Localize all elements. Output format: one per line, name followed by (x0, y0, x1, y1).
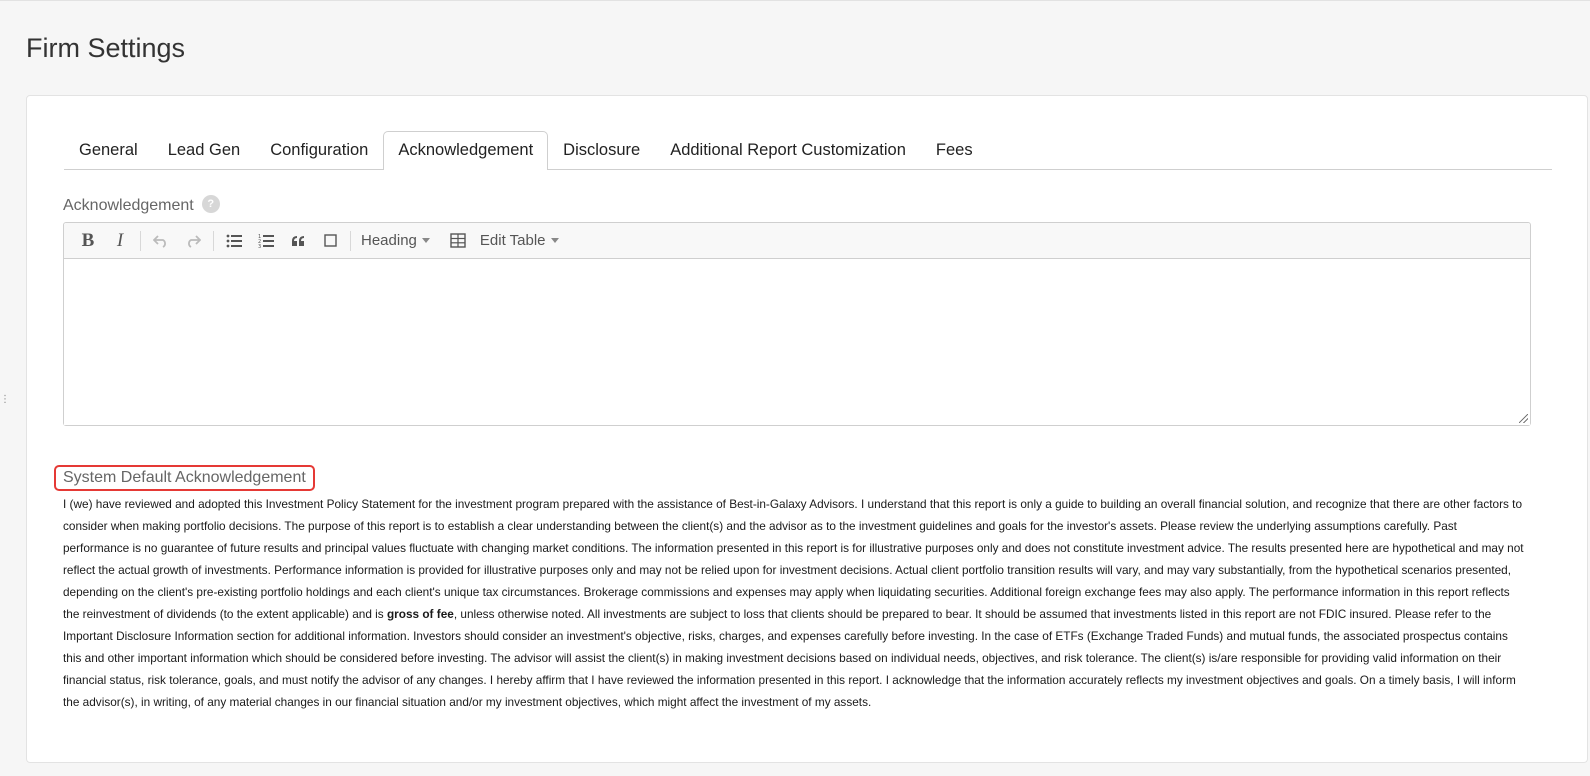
sidebar-collapse-handle[interactable]: ⋮ (0, 392, 10, 408)
acknowledgement-text-part-2: , unless otherwise noted. All investment… (63, 607, 1516, 709)
settings-card: General Lead Gen Configuration Acknowled… (26, 95, 1588, 763)
toolbar-separator (140, 230, 141, 251)
undo-button[interactable] (145, 226, 177, 256)
square-icon (323, 234, 337, 247)
editor-toolbar: B I 1 2 3 Heading Edit Table (64, 223, 1530, 259)
chevron-down-icon (550, 238, 559, 243)
numbered-list-icon: 1 2 3 (258, 234, 274, 248)
tab-additional-report-customization[interactable]: Additional Report Customization (655, 131, 921, 169)
system-default-acknowledgement-text: I (we) have reviewed and adopted this In… (63, 493, 1525, 713)
toolbar-separator (350, 230, 351, 251)
tab-general[interactable]: General (64, 131, 153, 169)
bulleted-list-button[interactable] (218, 226, 250, 256)
quote-icon (292, 235, 304, 246)
resize-handle-icon[interactable] (1519, 414, 1528, 423)
acknowledgement-bold-text: gross of fee (386, 607, 454, 621)
table-icon (450, 233, 466, 248)
system-default-acknowledgement-label: System Default Acknowledgement (54, 465, 315, 491)
numbered-list-button[interactable]: 1 2 3 (250, 226, 282, 256)
heading-dropdown[interactable]: Heading (355, 232, 436, 249)
svg-text:3: 3 (258, 244, 261, 248)
bold-icon: B (81, 229, 95, 251)
blockquote-button[interactable] (282, 226, 314, 256)
undo-icon (153, 234, 166, 248)
redo-button[interactable] (177, 226, 209, 256)
tab-configuration[interactable]: Configuration (255, 131, 383, 169)
chevron-down-icon (421, 238, 430, 243)
acknowledgement-text-part-1: I (we) have reviewed and adopted this In… (63, 497, 1524, 621)
tab-bar: General Lead Gen Configuration Acknowled… (64, 131, 1552, 170)
italic-icon: I (116, 229, 124, 251)
insert-table-button[interactable] (442, 226, 474, 256)
insert-box-button[interactable] (314, 226, 346, 256)
help-icon[interactable]: ? (201, 195, 220, 213)
italic-button[interactable]: I (104, 226, 136, 256)
tab-disclosure[interactable]: Disclosure (548, 131, 655, 169)
acknowledgement-field-label: Acknowledgement ? (63, 195, 220, 215)
acknowledgement-label-text: Acknowledgement (63, 197, 194, 214)
bulleted-list-icon (226, 234, 242, 247)
tab-acknowledgement[interactable]: Acknowledgement (383, 131, 549, 170)
rich-text-editor: B I 1 2 3 Heading Edit Table (63, 222, 1531, 426)
tab-fees[interactable]: Fees (921, 131, 988, 169)
redo-icon (188, 234, 201, 248)
tab-lead-gen[interactable]: Lead Gen (153, 131, 255, 169)
edit-table-dropdown-label: Edit Table (479, 232, 546, 249)
edit-table-dropdown[interactable]: Edit Table (474, 232, 565, 249)
bold-button[interactable]: B (72, 226, 104, 256)
editor-content-area[interactable] (64, 259, 1530, 425)
heading-dropdown-label: Heading (361, 232, 417, 249)
page-title: Firm Settings (26, 33, 186, 63)
toolbar-separator (213, 230, 214, 251)
